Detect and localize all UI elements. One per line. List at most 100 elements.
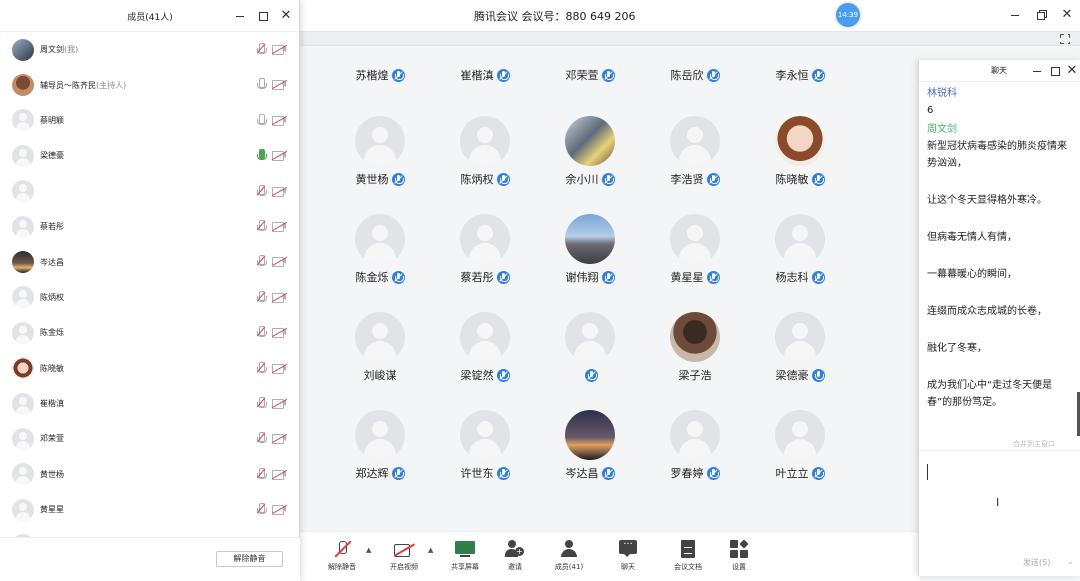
participant-name-row: [537, 368, 643, 382]
camera-off-icon[interactable]: [271, 469, 288, 480]
maximize-icon[interactable]: [1048, 64, 1060, 76]
participant-avatar: [355, 116, 405, 166]
members-button[interactable]: 成员(41): [541, 540, 597, 572]
participant-tile[interactable]: 许世东: [432, 410, 538, 480]
unmute-button[interactable]: 解除静音: [314, 540, 370, 572]
start-video-button[interactable]: 开启视频: [376, 540, 432, 572]
camera-off-icon[interactable]: [271, 257, 288, 268]
member-row[interactable]: 岑达昌: [0, 244, 300, 279]
minimize-icon[interactable]: [1030, 64, 1042, 76]
participant-tile[interactable]: 陈晓敏: [747, 116, 853, 186]
participant-tile[interactable]: 罗春婷: [642, 410, 748, 480]
mic-muted-icon[interactable]: [256, 361, 267, 375]
camera-off-icon[interactable]: [271, 80, 288, 91]
participant-tile[interactable]: 陈炳权: [432, 116, 538, 186]
participant-tile[interactable]: 郑达辉: [327, 410, 433, 480]
maximize-icon[interactable]: [256, 9, 270, 23]
fullscreen-icon[interactable]: [1059, 33, 1072, 46]
mic-muted-icon[interactable]: [256, 432, 267, 445]
member-row[interactable]: 陈炳权: [0, 280, 300, 315]
mic-icon[interactable]: [256, 113, 267, 127]
member-row[interactable]: 蔡明颖: [0, 103, 300, 138]
mic-icon[interactable]: [256, 78, 267, 91]
invite-button[interactable]: 邀请: [487, 540, 543, 572]
participant-tile[interactable]: 谢伟翔: [537, 214, 643, 284]
participant-tile[interactable]: 梁锭然: [432, 312, 538, 382]
member-row[interactable]: 黄世杨: [0, 457, 300, 492]
participant-tile[interactable]: 黄星星: [642, 214, 748, 284]
mic-muted-icon[interactable]: [256, 219, 267, 233]
mic-muted-icon[interactable]: [256, 326, 267, 339]
participant-tile[interactable]: [537, 312, 643, 382]
member-row[interactable]: 蔡若彤: [0, 209, 300, 244]
send-button[interactable]: 发送(S): [1023, 557, 1050, 568]
member-row[interactable]: 黄星星: [0, 492, 300, 527]
participant-avatar: [460, 116, 510, 166]
settings-button[interactable]: 设置: [711, 539, 767, 572]
member-row[interactable]: 崔楷滇: [0, 386, 300, 421]
camera-off-icon[interactable]: [271, 186, 288, 197]
mic-muted-icon[interactable]: [256, 43, 267, 56]
merge-to-main-window-link[interactable]: 合并到主窗口: [1013, 439, 1055, 449]
camera-off-icon[interactable]: [271, 44, 288, 55]
minimize-icon[interactable]: [233, 9, 247, 23]
meeting-timer[interactable]: 14:39: [836, 3, 860, 27]
mic-icon[interactable]: [256, 149, 267, 162]
member-row[interactable]: 周文剑(我): [0, 32, 300, 67]
participant-name: 李浩贤: [670, 173, 704, 186]
unmute-all-button[interactable]: 解除静音: [216, 551, 283, 567]
camera-off-icon[interactable]: [271, 327, 288, 339]
participant-tile[interactable]: 岑达昌: [537, 410, 643, 480]
camera-off-icon[interactable]: [271, 434, 288, 445]
close-icon[interactable]: ✕: [279, 9, 293, 23]
participant-tile[interactable]: 叶立立: [747, 410, 853, 480]
close-icon[interactable]: ✕: [1060, 8, 1074, 22]
participant-tile[interactable]: 刘峻谋: [327, 312, 433, 382]
video-options-caret-icon[interactable]: ▲: [428, 546, 433, 554]
camera-off-icon[interactable]: [271, 398, 288, 409]
participant-tile[interactable]: 梁德豪: [747, 312, 853, 382]
camera-off-icon[interactable]: [271, 363, 288, 374]
send-options-chevron-icon[interactable]: ⌄: [1067, 557, 1074, 566]
member-row[interactable]: [0, 527, 300, 537]
participant-tile[interactable]: 杨志科: [747, 214, 853, 284]
mic-muted-icon[interactable]: [256, 255, 267, 268]
participant-tile[interactable]: 李永恒: [747, 68, 853, 82]
camera-off-icon[interactable]: [271, 150, 288, 162]
participant-tile[interactable]: 蔡若彤: [432, 214, 538, 284]
participant-tile[interactable]: 苏楷煌: [327, 68, 433, 82]
mic-muted-icon[interactable]: [256, 290, 267, 304]
minimize-icon[interactable]: [1008, 8, 1022, 22]
member-row[interactable]: 陈晓敏: [0, 351, 300, 386]
member-row[interactable]: [0, 174, 300, 209]
mic-muted-icon: [496, 68, 510, 82]
participant-tile[interactable]: 陈金烁: [327, 214, 433, 284]
member-row[interactable]: 梁德豪: [0, 138, 300, 173]
participant-tile[interactable]: 陈岳欣: [642, 68, 748, 82]
member-row[interactable]: 辅导员～陈齐民(主持人): [0, 67, 300, 102]
close-icon[interactable]: ✕: [1066, 64, 1078, 78]
participant-tile[interactable]: 余小川: [537, 116, 643, 186]
share-screen-button[interactable]: 共享屏幕: [437, 540, 493, 572]
camera-off-icon[interactable]: [271, 221, 288, 232]
member-row[interactable]: 陈金烁: [0, 315, 300, 350]
participant-tile[interactable]: 崔楷滇: [432, 68, 538, 82]
chat-panel-title-bar: 聊天 ✕: [919, 60, 1080, 82]
audio-options-caret-icon[interactable]: ▲: [366, 546, 371, 554]
member-row[interactable]: 邓荣萱: [0, 421, 300, 456]
participant-tile[interactable]: 黄世杨: [327, 116, 433, 186]
participant-tile[interactable]: 邓荣萱: [537, 68, 643, 82]
participant-tile[interactable]: 李浩贤: [642, 116, 748, 186]
mic-muted-icon[interactable]: [256, 467, 267, 481]
camera-off-icon[interactable]: [271, 504, 288, 516]
chat-button[interactable]: 聊天: [600, 540, 656, 572]
camera-off-icon[interactable]: [271, 292, 288, 303]
meeting-docs-button[interactable]: 会议文档: [660, 540, 716, 572]
mic-muted-icon[interactable]: [256, 503, 267, 516]
camera-off-icon[interactable]: [271, 115, 288, 126]
mic-muted-icon[interactable]: [256, 184, 267, 198]
chat-input[interactable]: I: [919, 450, 1080, 548]
participant-tile[interactable]: 梁子浩: [642, 312, 748, 382]
restore-icon[interactable]: [1034, 8, 1048, 22]
mic-muted-icon[interactable]: [256, 396, 267, 410]
